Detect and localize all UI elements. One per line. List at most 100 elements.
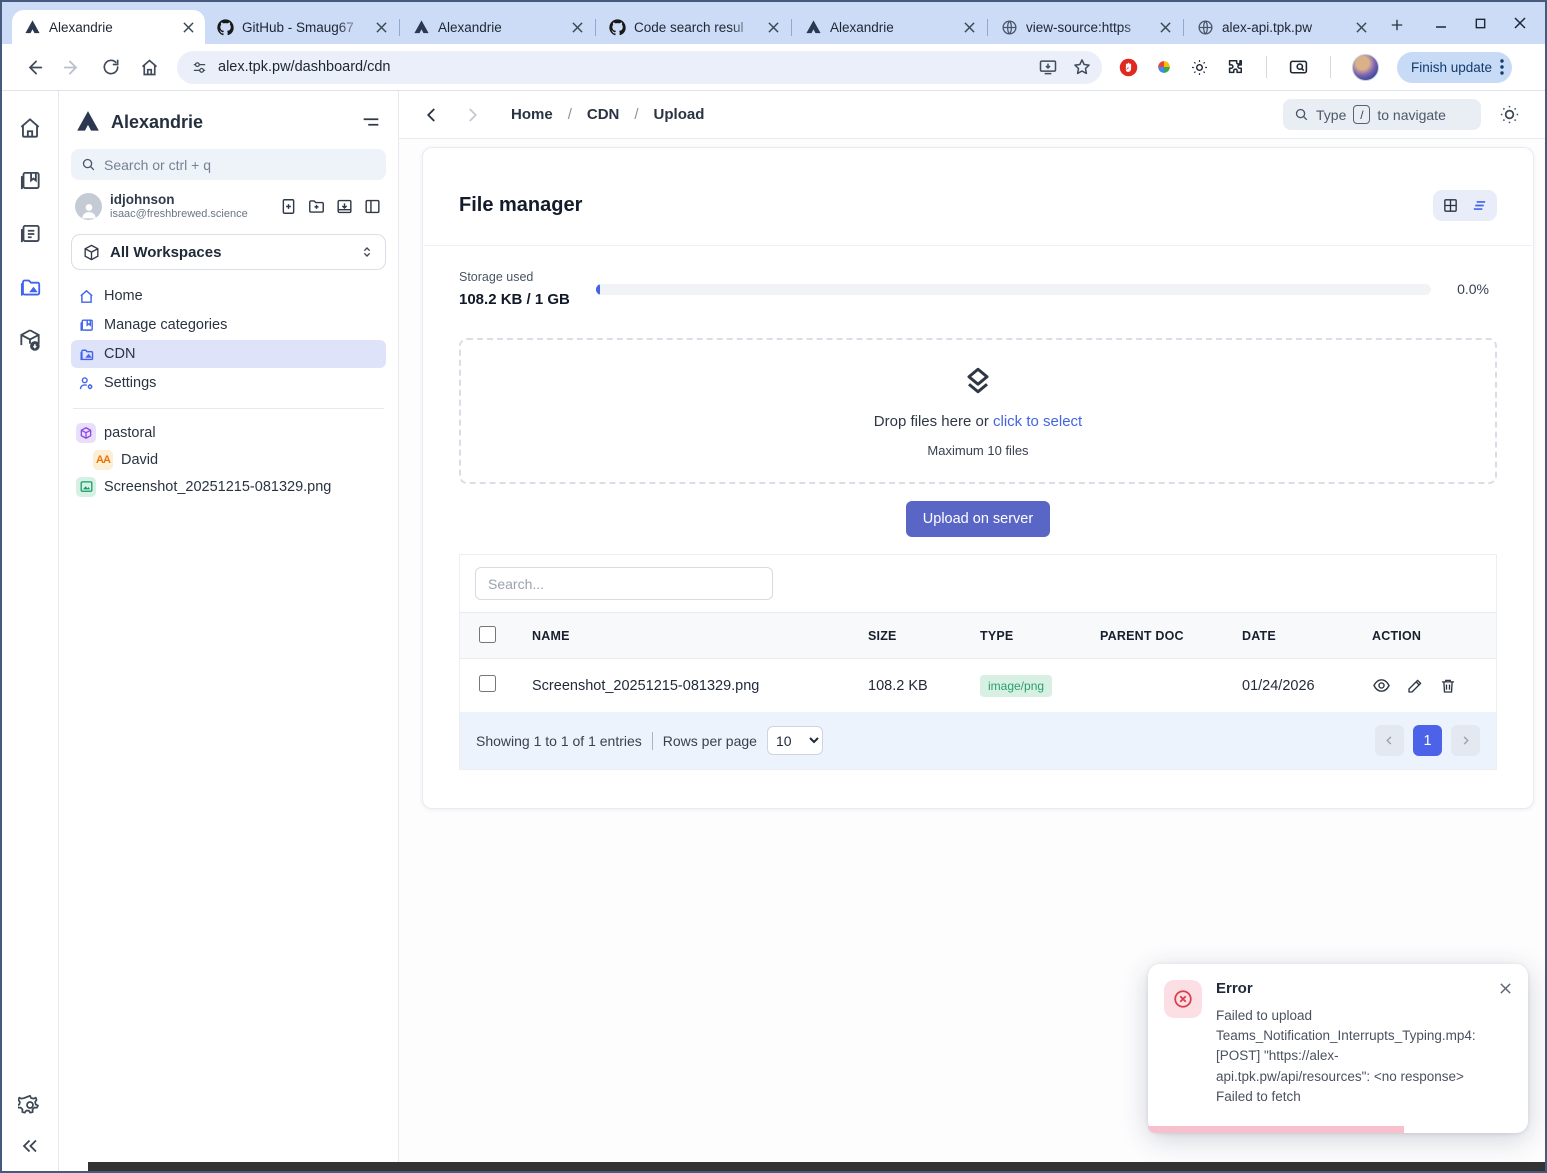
tree-item-david[interactable]: AA David — [71, 446, 386, 473]
extensions-puzzle-icon[interactable] — [1225, 57, 1245, 77]
table-search-row — [460, 555, 1496, 612]
sidebar-item-manage-categories[interactable]: Manage categories — [71, 311, 386, 339]
finish-update-button[interactable]: Finish update — [1397, 52, 1512, 83]
breadcrumb-home[interactable]: Home — [511, 106, 553, 123]
sidebar-search[interactable] — [71, 149, 386, 180]
close-icon[interactable] — [765, 19, 782, 36]
icon-rail — [2, 91, 59, 1171]
toggle-panel-icon[interactable] — [363, 197, 382, 216]
tab-alexandrie-3[interactable]: Alexandrie — [793, 10, 986, 44]
close-icon[interactable] — [180, 19, 197, 36]
rail-categories-icon[interactable] — [17, 168, 43, 194]
tree-item-pastoral[interactable]: pastoral — [71, 419, 386, 446]
home-icon[interactable] — [139, 57, 160, 78]
tab-github[interactable]: GitHub - Smaug67 — [205, 10, 398, 44]
breadcrumb-cdn[interactable]: CDN — [587, 106, 620, 123]
card-header: File manager — [423, 148, 1533, 245]
column-header-action[interactable]: ACTION — [1356, 629, 1496, 643]
bottom-scrollbar[interactable] — [88, 1162, 1545, 1171]
tree-item-screenshot[interactable]: Screenshot_20251215-081329.png — [71, 473, 386, 500]
tab-view-source[interactable]: view-source:https — [989, 10, 1182, 44]
close-icon[interactable] — [1157, 19, 1174, 36]
close-icon[interactable] — [373, 19, 390, 36]
settings-gear-icon[interactable] — [18, 1093, 42, 1117]
upload-on-server-button[interactable]: Upload on server — [906, 501, 1050, 537]
tab-search-icon[interactable] — [1288, 57, 1309, 78]
close-icon[interactable] — [961, 19, 978, 36]
workspace-selector[interactable]: All Workspaces — [71, 234, 386, 270]
tab-alexandrie-1[interactable]: Alexandrie — [12, 10, 205, 44]
table-search-input[interactable] — [475, 567, 773, 600]
new-tab-button[interactable] — [1386, 14, 1408, 36]
grid-view-icon[interactable] — [1442, 197, 1459, 214]
column-header-parent-doc[interactable]: PARENT DOC — [1084, 629, 1226, 643]
sidebar-item-settings[interactable]: Settings — [71, 369, 386, 397]
back-icon[interactable] — [23, 57, 44, 78]
tab-alexandrie-2[interactable]: Alexandrie — [401, 10, 594, 44]
close-icon[interactable] — [569, 19, 586, 36]
column-header-type[interactable]: TYPE — [964, 629, 1084, 643]
prev-page-button[interactable] — [1375, 725, 1404, 756]
user-row[interactable]: idjohnson isaac@freshbrewed.science — [71, 180, 386, 230]
select-all-checkbox[interactable] — [479, 626, 496, 643]
theme-toggle-sun-icon[interactable] — [1498, 103, 1521, 126]
photos-extension-icon[interactable] — [1154, 57, 1174, 77]
sidebar-search-input[interactable] — [104, 157, 376, 173]
tab-title: Alexandrie — [830, 20, 953, 35]
list-view-icon[interactable] — [1471, 197, 1488, 214]
file-dropzone[interactable]: Drop files here or click to select Maxim… — [459, 338, 1497, 484]
book-icon — [78, 317, 95, 334]
folder-image-icon — [78, 346, 95, 363]
row-checkbox[interactable] — [479, 675, 496, 692]
url-text[interactable]: alex.tpk.pw/dashboard/cdn — [218, 59, 1028, 75]
minimize-icon[interactable] — [1434, 16, 1448, 30]
profile-avatar[interactable] — [1352, 54, 1379, 81]
quick-navigate-search[interactable]: Type / to navigate — [1283, 99, 1481, 130]
rail-cdn-icon[interactable] — [17, 274, 43, 300]
toast-close-icon[interactable] — [1499, 982, 1512, 995]
new-document-icon[interactable] — [279, 197, 298, 216]
install-icon[interactable] — [1038, 57, 1058, 77]
rows-per-page-select[interactable]: 10 — [767, 726, 823, 755]
column-header-size[interactable]: SIZE — [852, 629, 964, 643]
browser-menu-icon[interactable] — [1500, 59, 1504, 75]
bookmark-star-icon[interactable] — [1072, 57, 1092, 77]
column-header-name[interactable]: NAME — [516, 629, 852, 643]
breadcrumb-upload[interactable]: Upload — [654, 106, 705, 123]
file-name[interactable]: Screenshot_20251215-081329.png — [516, 678, 852, 694]
rail-home-icon[interactable] — [17, 115, 43, 141]
adblock-icon[interactable] — [1118, 57, 1139, 78]
close-window-icon[interactable] — [1513, 16, 1527, 30]
tab-alex-api[interactable]: alex-api.tpk.pw — [1185, 10, 1378, 44]
window-controls — [1416, 16, 1545, 30]
close-icon[interactable] — [1353, 19, 1370, 36]
rail-documents-icon[interactable] — [17, 221, 43, 247]
files-table: NAME SIZE TYPE PARENT DOC DATE ACTION Sc… — [459, 554, 1497, 770]
sidebar-item-cdn[interactable]: CDN — [71, 340, 386, 368]
site-settings-icon[interactable] — [191, 59, 208, 76]
footer-divider — [652, 732, 653, 750]
nav-back-icon[interactable] — [423, 106, 441, 124]
edit-pencil-icon[interactable] — [1406, 677, 1424, 695]
view-eye-icon[interactable] — [1372, 676, 1391, 695]
import-icon[interactable] — [335, 197, 354, 216]
click-to-select-link[interactable]: click to select — [993, 413, 1082, 430]
alexandrie-logo-icon — [24, 19, 41, 36]
tab-code-search[interactable]: Code search resul — [597, 10, 790, 44]
delete-trash-icon[interactable] — [1439, 677, 1457, 695]
sparkle-extension-icon[interactable] — [1189, 57, 1210, 78]
collapse-sidebar-icon[interactable] — [19, 1135, 41, 1157]
address-bar[interactable]: alex.tpk.pw/dashboard/cdn — [177, 51, 1102, 84]
rail-packages-icon[interactable] — [17, 327, 43, 353]
next-page-button[interactable] — [1451, 725, 1480, 756]
column-header-date[interactable]: DATE — [1226, 629, 1356, 643]
reload-icon[interactable] — [101, 57, 121, 77]
sidebar-item-home[interactable]: Home — [71, 282, 386, 310]
page-1-button[interactable]: 1 — [1413, 725, 1442, 756]
maximize-icon[interactable] — [1474, 17, 1487, 30]
slash-key: / — [1353, 105, 1370, 124]
nav-forward-icon[interactable] — [463, 106, 481, 124]
forward-icon[interactable] — [62, 57, 83, 78]
sidebar-menu-icon[interactable] — [360, 111, 382, 133]
new-folder-icon[interactable] — [307, 197, 326, 216]
